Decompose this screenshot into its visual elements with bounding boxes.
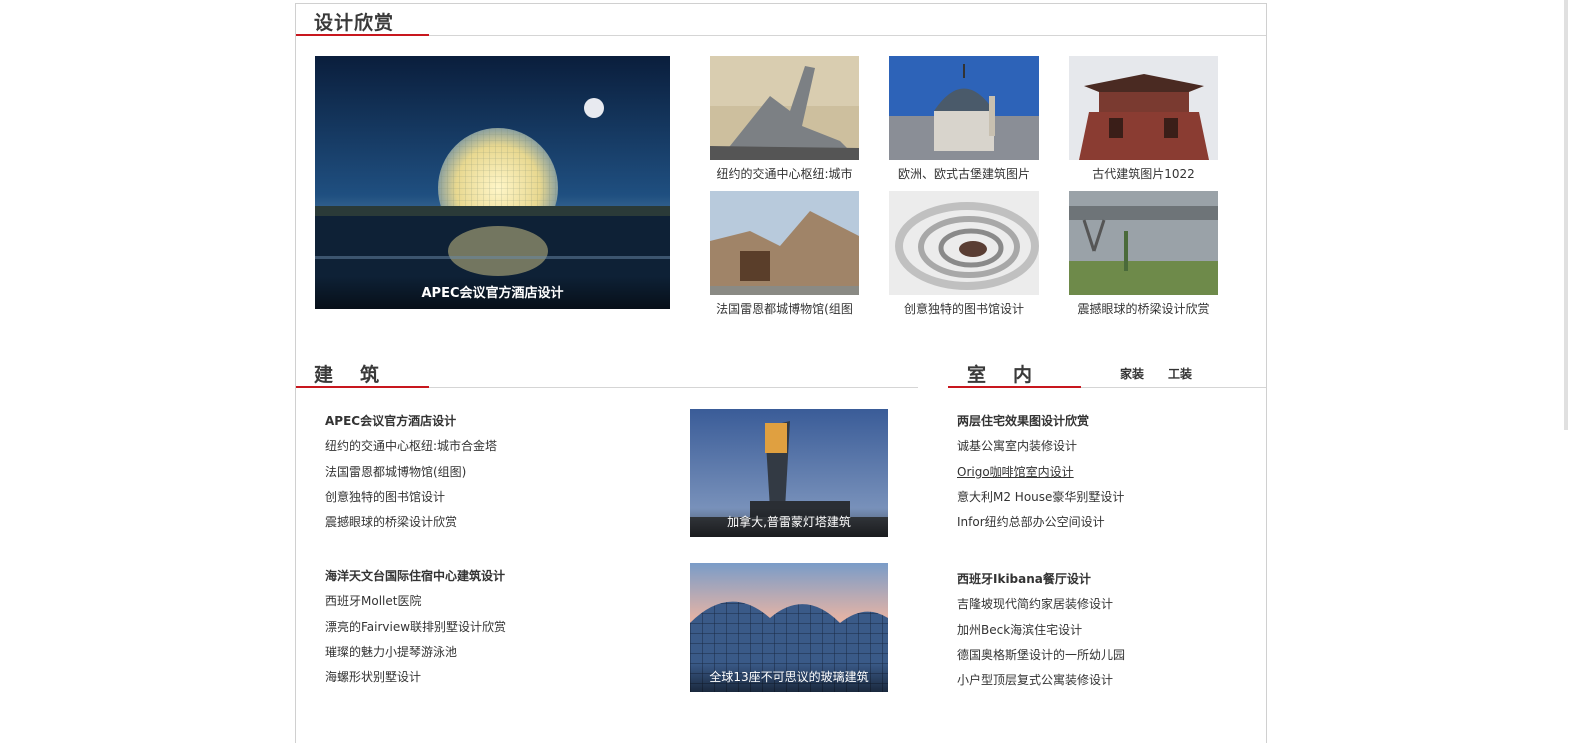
library-picture bbox=[889, 191, 1039, 295]
list-item[interactable]: 海洋天文台国际住宿中心建筑设计 bbox=[325, 564, 665, 589]
thumb-caption[interactable]: 震撼眼球的桥梁设计欣赏 bbox=[1069, 300, 1218, 317]
tab-commercial-decor[interactable]: 工装 bbox=[1168, 365, 1192, 382]
list-item[interactable]: Infor纽约总部办公空间设计 bbox=[957, 510, 1247, 535]
arch-feature-image[interactable]: 加拿大,普雷蒙灯塔建筑 bbox=[690, 409, 888, 537]
thumb-caption[interactable]: 创意独特的图书馆设计 bbox=[889, 300, 1039, 317]
museum-picture bbox=[710, 191, 859, 295]
featured-hotel-picture bbox=[315, 56, 670, 309]
section-accent bbox=[296, 34, 429, 36]
list-item[interactable]: 德国奥格斯堡设计的一所幼儿园 bbox=[957, 643, 1247, 668]
transit-hub-picture bbox=[710, 56, 859, 160]
bridge-picture bbox=[1069, 191, 1218, 295]
tab-home-decor[interactable]: 家装 bbox=[1120, 365, 1144, 382]
interior-list-2: 西班牙Ikibana餐厅设计 吉隆坡现代简约家居装修设计 加州Beck海滨住宅设… bbox=[957, 567, 1247, 693]
section-accent bbox=[948, 386, 1081, 388]
list-item[interactable]: APEC会议官方酒店设计 bbox=[325, 409, 665, 434]
ancient-building-picture bbox=[1069, 56, 1218, 160]
featured-image[interactable]: APEC会议官方酒店设计 bbox=[315, 56, 670, 309]
castle-picture bbox=[889, 56, 1039, 160]
list-item[interactable]: 法国雷恩都城博物馆(组图) bbox=[325, 460, 665, 485]
arch-list-1: APEC会议官方酒店设计 纽约的交通中心枢纽:城市合金塔 法国雷恩都城博物馆(组… bbox=[325, 409, 665, 535]
list-item[interactable]: 璀璨的魅力小提琴游泳池 bbox=[325, 640, 665, 665]
list-item[interactable]: 吉隆坡现代简约家居装修设计 bbox=[957, 592, 1247, 617]
featured-caption[interactable]: APEC会议官方酒店设计 bbox=[315, 276, 670, 309]
arch-feature-image[interactable]: 全球13座不可思议的玻璃建筑 bbox=[690, 563, 888, 692]
list-item[interactable]: 小户型顶层复式公寓装修设计 bbox=[957, 668, 1247, 693]
thumb-image[interactable] bbox=[710, 191, 859, 295]
list-item[interactable]: 意大利M2 House豪华别墅设计 bbox=[957, 485, 1247, 510]
list-item[interactable]: 纽约的交通中心枢纽:城市合金塔 bbox=[325, 434, 665, 459]
section-title-architecture[interactable]: 建 筑 bbox=[314, 360, 383, 387]
thumb-image[interactable] bbox=[710, 56, 859, 160]
arch-feature-caption[interactable]: 加拿大,普雷蒙灯塔建筑 bbox=[690, 508, 888, 537]
list-item[interactable]: 西班牙Mollet医院 bbox=[325, 589, 665, 614]
section-title-design: 设计欣赏 bbox=[314, 12, 395, 34]
thumb-image[interactable] bbox=[1069, 56, 1218, 160]
thumb-caption[interactable]: 法国雷恩都城博物馆(组图 bbox=[710, 300, 859, 317]
list-item[interactable]: 西班牙Ikibana餐厅设计 bbox=[957, 567, 1247, 592]
thumb-caption[interactable]: 古代建筑图片1022 bbox=[1069, 165, 1218, 182]
list-item[interactable]: 两层住宅效果图设计欣赏 bbox=[957, 409, 1247, 434]
arch-list-2: 海洋天文台国际住宿中心建筑设计 西班牙Mollet医院 漂亮的Fairview联… bbox=[325, 564, 665, 690]
thumb-image[interactable] bbox=[889, 191, 1039, 295]
list-item[interactable]: 震撼眼球的桥梁设计欣赏 bbox=[325, 510, 665, 535]
list-item[interactable]: 加州Beck海滨住宅设计 bbox=[957, 618, 1247, 643]
thumb-caption[interactable]: 欧洲、欧式古堡建筑图片 bbox=[889, 165, 1039, 182]
list-item[interactable]: 海螺形状别墅设计 bbox=[325, 665, 665, 690]
arch-feature-caption[interactable]: 全球13座不可思议的玻璃建筑 bbox=[690, 663, 888, 692]
list-item[interactable]: Origo咖啡馆室内设计 bbox=[957, 460, 1247, 485]
scrollbar[interactable] bbox=[1564, 0, 1568, 430]
interior-list-1: 两层住宅效果图设计欣赏 诚基公寓室内装修设计 Origo咖啡馆室内设计 意大利M… bbox=[957, 409, 1247, 535]
thumb-image[interactable] bbox=[1069, 191, 1218, 295]
list-item[interactable]: 漂亮的Fairview联排别墅设计欣赏 bbox=[325, 615, 665, 640]
list-item[interactable]: 诚基公寓室内装修设计 bbox=[957, 434, 1247, 459]
thumb-image[interactable] bbox=[889, 56, 1039, 160]
section-rule bbox=[296, 35, 1266, 36]
section-title-interior[interactable]: 室 内 bbox=[967, 360, 1036, 387]
thumb-caption[interactable]: 纽约的交通中心枢纽:城市 bbox=[710, 165, 859, 182]
list-item[interactable]: 创意独特的图书馆设计 bbox=[325, 485, 665, 510]
section-accent bbox=[296, 386, 429, 388]
